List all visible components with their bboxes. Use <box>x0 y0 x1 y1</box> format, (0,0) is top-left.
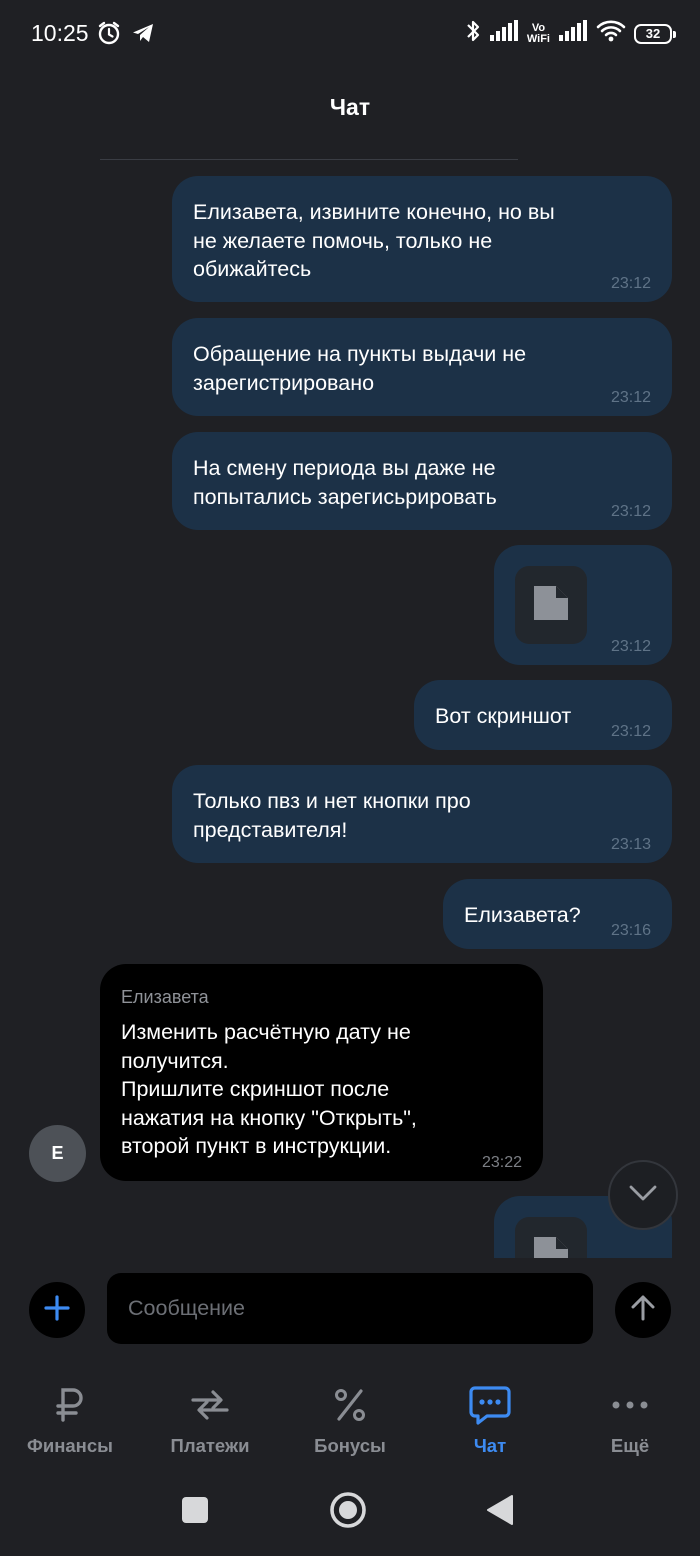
transfer-arrows-icon <box>189 1383 231 1427</box>
status-bar: 10:25 Vo WiFi 32 <box>0 0 700 66</box>
back-button[interactable] <box>478 1484 522 1540</box>
nav-item-finance[interactable]: Финансы <box>0 1383 140 1463</box>
message-bubble[interactable]: Только пвз и нет кнопки про представител… <box>172 765 672 863</box>
home-circle-icon <box>329 1491 367 1534</box>
battery-icon: 32 <box>634 23 676 44</box>
message-text: Елизавета, извините конечно, но вы не же… <box>193 200 555 281</box>
file-attachment[interactable] <box>515 1217 587 1258</box>
message-bubble[interactable]: Вот скриншот 23:12 <box>414 680 672 750</box>
message-bubble[interactable]: На смену периода вы даже не попытались з… <box>172 432 672 530</box>
file-attachment[interactable] <box>515 566 587 644</box>
percent-icon <box>333 1383 367 1427</box>
message-time: 23:16 <box>610 922 651 939</box>
nav-label: Финансы <box>27 1435 113 1456</box>
message-text: Изменить расчётную дату не получится. Пр… <box>121 1020 417 1158</box>
avatar[interactable]: Е <box>29 1125 86 1182</box>
message-time: 23:22 <box>481 1154 522 1171</box>
back-triangle-icon <box>486 1494 514 1531</box>
nav-label: Ещё <box>610 1435 650 1456</box>
plus-icon <box>43 1294 71 1327</box>
file-icon <box>532 1235 570 1258</box>
square-icon <box>181 1496 209 1529</box>
status-time: 10:25 <box>31 20 89 46</box>
nav-item-payments[interactable]: Платежи <box>140 1383 280 1463</box>
chat-message-list[interactable]: Елизавета, извините конечно, но вы не же… <box>0 160 700 1258</box>
bottom-nav: Финансы Платежи Бонусы Чат Ещё <box>0 1383 700 1463</box>
chevron-down-icon <box>628 1184 658 1207</box>
nav-item-more[interactable]: Ещё <box>560 1383 700 1463</box>
telegram-icon <box>130 20 156 51</box>
recent-apps-button[interactable] <box>170 1484 220 1540</box>
home-button[interactable] <box>322 1484 374 1540</box>
nav-label: Бонусы <box>314 1435 386 1456</box>
sender-name: Елизавета <box>121 987 209 1007</box>
message-text: Обращение на пункты выдачи не зарегистри… <box>193 342 527 395</box>
message-time: 23:12 <box>610 638 651 655</box>
more-dots-icon <box>611 1383 649 1427</box>
cellular-signal-2-icon <box>558 20 588 47</box>
scroll-to-bottom-button[interactable] <box>608 1160 678 1230</box>
message-bubble[interactable]: Елизавета, извините конечно, но вы не же… <box>172 176 672 302</box>
message-text: На смену периода вы даже не попытались з… <box>193 456 497 509</box>
message-input[interactable] <box>107 1273 593 1344</box>
bluetooth-icon <box>465 18 481 49</box>
file-icon <box>532 584 570 627</box>
message-bubble[interactable]: Елизавета? 23:16 <box>443 879 672 949</box>
nav-item-chat[interactable]: Чат <box>420 1383 560 1463</box>
message-text: Только пвз и нет кнопки про представител… <box>193 789 471 842</box>
add-attachment-button[interactable] <box>29 1282 85 1338</box>
cellular-signal-icon <box>489 20 519 47</box>
message-time: 23:12 <box>610 275 651 292</box>
wifi-icon <box>596 19 626 48</box>
message-bubble[interactable]: Обращение на пункты выдачи не зарегистри… <box>172 318 672 416</box>
message-time: 23:12 <box>610 503 651 520</box>
nav-item-bonuses[interactable]: Бонусы <box>280 1383 420 1463</box>
page-title: Чат <box>329 94 371 120</box>
send-button[interactable] <box>615 1282 671 1338</box>
arrow-up-icon <box>630 1294 656 1327</box>
system-navigation-bar <box>0 1484 700 1540</box>
alarm-icon <box>96 20 122 51</box>
chat-bubble-icon <box>469 1383 511 1427</box>
incoming-message-bubble[interactable]: Елизавета Изменить расчётную дату не пол… <box>100 964 543 1181</box>
nav-label: Платежи <box>170 1435 250 1456</box>
message-time: 23:12 <box>610 723 651 740</box>
message-time: 23:12 <box>610 389 651 406</box>
nav-label: Чат <box>473 1435 507 1456</box>
vowifi-indicator: Vo WiFi <box>526 21 550 45</box>
message-time: 23:13 <box>610 836 651 853</box>
file-message-bubble[interactable]: 23:12 <box>494 545 672 665</box>
ruble-icon <box>54 1383 86 1427</box>
